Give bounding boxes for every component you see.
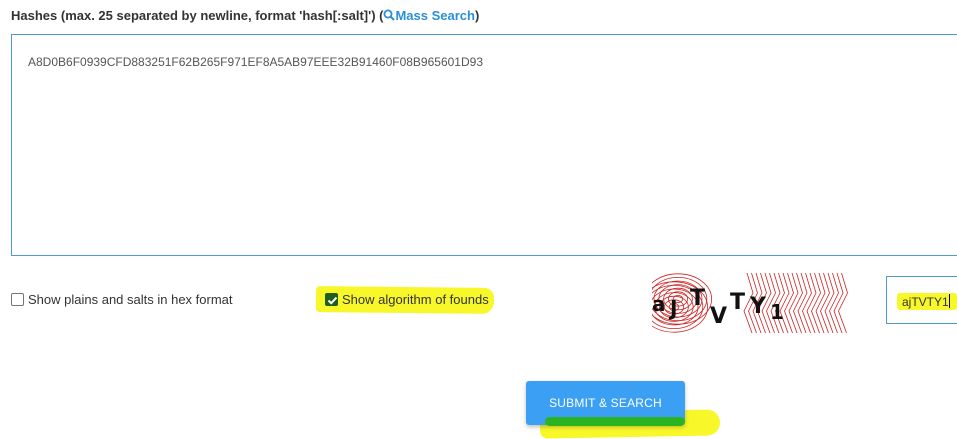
captcha-input-field[interactable]: ajTVTY1 xyxy=(886,276,957,324)
show-algorithm-checkbox[interactable] xyxy=(325,293,338,306)
hex-format-label: Show plains and salts in hex format xyxy=(28,292,233,307)
hashes-label: Hashes (max. 25 separated by newline, fo… xyxy=(11,8,479,23)
hex-format-checkbox[interactable] xyxy=(11,293,24,306)
checkmark-icon xyxy=(327,296,338,305)
submit-green-mark xyxy=(545,417,685,426)
hashes-label-end: ) xyxy=(474,8,480,23)
hex-format-option[interactable]: Show plains and salts in hex format xyxy=(11,292,233,307)
show-algorithm-label: Show algorithm of founds xyxy=(342,292,489,307)
show-algorithm-option[interactable]: Show algorithm of founds xyxy=(325,292,489,307)
captcha-input-value: ajTVTY1 xyxy=(902,294,950,309)
hashes-label-text: Hashes (max. 25 separated by newline, fo… xyxy=(11,8,384,23)
hashes-textarea[interactable]: A8D0B6F0939CFD883251F62B265F971EF8A5AB97… xyxy=(11,34,957,256)
submit-search-label: SUBMIT & SEARCH xyxy=(549,396,662,410)
captcha-image: a J TVT Y 1 xyxy=(640,272,850,334)
search-icon xyxy=(383,9,396,21)
hash-search-form: Hashes (max. 25 separated by newline, fo… xyxy=(0,0,957,439)
mass-search-label: Mass Search xyxy=(395,8,475,23)
mass-search-link[interactable]: Mass Search xyxy=(383,8,475,23)
